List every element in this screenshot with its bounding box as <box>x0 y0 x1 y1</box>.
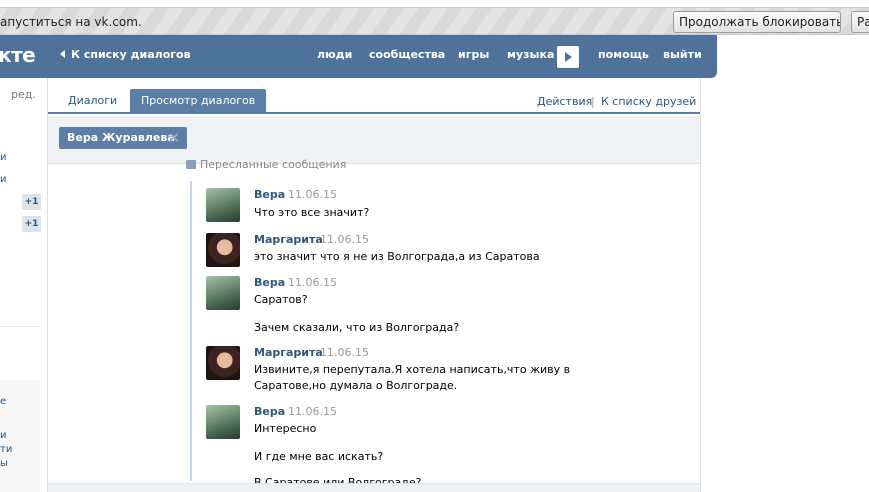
site-header: кте К списку диалогов люди сообщества иг… <box>0 35 717 78</box>
dialog-panel: Диалоги Просмотр диалогов Действия | К с… <box>47 78 701 492</box>
sidebar-count-badge[interactable]: +1 <box>22 194 41 210</box>
avatar[interactable] <box>206 346 240 380</box>
music-play-button[interactable] <box>557 46 579 68</box>
message-date: 11.06.15 <box>320 346 369 359</box>
message-date: 11.06.15 <box>288 188 337 201</box>
message-author[interactable]: Вера <box>254 276 285 289</box>
message-text: Извините,я перепутала.Я хотела написать,… <box>254 363 571 376</box>
forwarded-thread-bar <box>190 181 192 481</box>
left-sidebar: ред. и и +1 +1 е и ти ы <box>0 78 44 492</box>
avatar[interactable] <box>206 188 240 222</box>
chevron-left-icon <box>60 50 65 58</box>
message-author[interactable]: Вера <box>254 188 285 201</box>
nav-communities[interactable]: сообщества <box>369 48 445 61</box>
message-text: Интересно <box>254 422 317 435</box>
tab-bar: Диалоги Просмотр диалогов Действия | К с… <box>48 78 700 114</box>
message-author[interactable]: Вера <box>254 405 285 418</box>
infobar-message: апуститься на vk.com. <box>0 15 142 29</box>
forwarded-header-label: Пересланные сообщения <box>200 158 347 171</box>
back-to-dialogs-label: К списку диалогов <box>71 48 191 61</box>
back-to-dialogs-link[interactable]: К списку диалогов <box>60 48 191 61</box>
sidebar-box-item[interactable]: ти <box>0 444 12 455</box>
browser-infobar: апуститься на vk.com. Продолжать блокиро… <box>0 7 869 35</box>
continue-blocking-button[interactable]: Продолжать блокировать <box>673 11 841 33</box>
message-text: Саратове,но думала о Волгограде. <box>254 379 458 392</box>
site-logo[interactable]: кте <box>0 43 36 67</box>
forwarded-header: Пересланные сообщения <box>186 158 346 171</box>
nav-games[interactable]: игры <box>458 48 489 61</box>
message-text: Зачем сказали, что из Волгограда? <box>254 321 460 334</box>
message-author[interactable]: Маргарита <box>254 233 323 246</box>
play-icon <box>565 52 572 62</box>
message-date: 11.06.15 <box>320 233 369 246</box>
avatar[interactable] <box>206 276 240 310</box>
message-text: Что это все значит? <box>254 206 370 219</box>
nav-people[interactable]: люди <box>317 48 352 61</box>
sidebar-item[interactable]: и <box>0 152 7 163</box>
sidebar-box-item[interactable]: и <box>0 430 7 441</box>
link-separator: | <box>591 95 595 108</box>
sidebar-item[interactable]: и <box>0 174 7 185</box>
message-date: 11.06.15 <box>288 276 337 289</box>
sidebar-box: е и ти ы <box>0 380 40 492</box>
nav-music[interactable]: музыка <box>507 48 554 61</box>
sidebar-box-item[interactable]: е <box>0 396 6 407</box>
sidebar-count-badge[interactable]: +1 <box>22 216 41 232</box>
tab-dialogs[interactable]: Диалоги <box>57 89 128 112</box>
composer-strip <box>48 483 700 492</box>
forwarded-message-icon <box>186 160 196 169</box>
avatar[interactable] <box>206 405 240 439</box>
infobar-second-button[interactable]: Ра <box>851 11 869 33</box>
message-text: Саратов? <box>254 293 308 306</box>
recipient-chip[interactable]: Вера Журавлева × <box>59 127 187 149</box>
message-text: это значит что я не из Волгограда,а из С… <box>254 250 540 263</box>
sidebar-box-item[interactable]: ы <box>0 458 8 469</box>
recipient-area: Вера Журавлева × <box>48 116 700 164</box>
edit-link[interactable]: ред. <box>11 88 36 101</box>
message-date: 11.06.15 <box>288 405 337 418</box>
sidebar-divider <box>0 326 40 327</box>
message-text: И где мне вас искать? <box>254 450 384 463</box>
to-friends-link[interactable]: К списку друзей <box>601 95 696 108</box>
tab-view-dialogs[interactable]: Просмотр диалогов <box>130 89 267 112</box>
message-author[interactable]: Маргарита <box>254 346 323 359</box>
nav-help[interactable]: помощь <box>598 48 649 61</box>
close-icon[interactable]: × <box>168 127 180 149</box>
nav-logout[interactable]: выйти <box>663 48 702 61</box>
recipient-name: Вера Журавлева <box>67 131 175 144</box>
actions-link[interactable]: Действия <box>537 95 592 108</box>
avatar[interactable] <box>206 233 240 267</box>
